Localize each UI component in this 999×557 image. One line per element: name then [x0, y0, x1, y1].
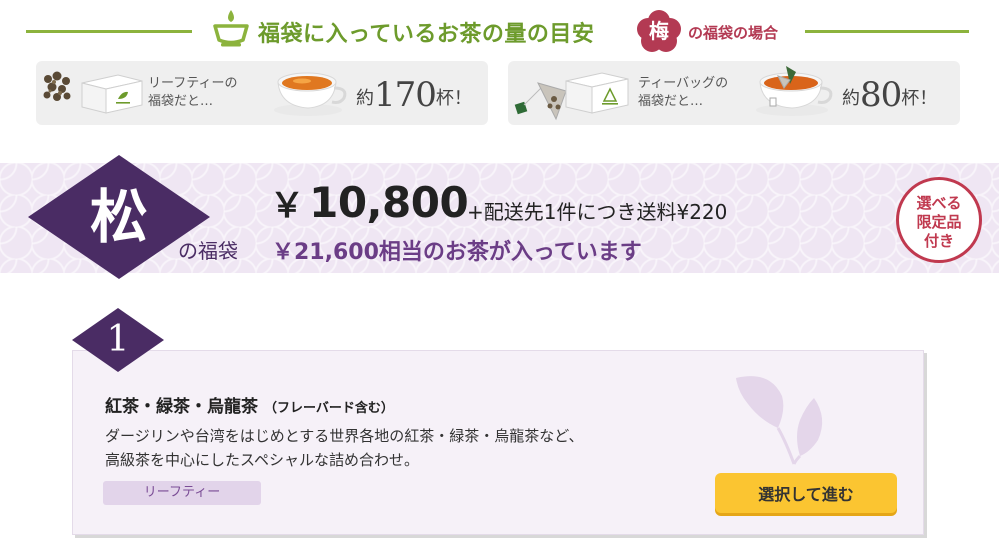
step-number-marker: 1: [72, 308, 164, 372]
leaf-tea-count-number: 170: [374, 75, 437, 115]
heading-rule-left: [26, 30, 192, 33]
shipping-note: +配送先1件につき送料¥220: [467, 200, 728, 224]
tea-bag-cup-count: 約80杯！: [842, 75, 937, 115]
tea-bag-package-icon: [565, 72, 629, 114]
tea-bag-count-number: 80: [860, 75, 902, 115]
black-tea-cup-icon: [274, 72, 347, 116]
ume-flower-icon: 梅: [636, 9, 682, 53]
plan-name-suffix: の福袋: [178, 239, 238, 263]
option-title: 紅茶・緑茶・烏龍茶 （フレーバード含む）: [105, 392, 394, 417]
contents-worth: ￥21,600相当のお茶が入っています: [272, 240, 642, 265]
limited-item-badge-text: 選べる 限定品 付き: [916, 194, 962, 250]
amount-guide-title: 福袋に入っているお茶の量の目安: [258, 22, 595, 47]
amount-guide-heading: 福袋に入っているお茶の量の目安 梅 の福袋の場合: [0, 6, 999, 52]
plan-price: ￥ 10,800: [270, 178, 469, 227]
tea-bag-label: ティーバッグの 福袋だと…: [638, 76, 729, 109]
tea-leaf-decoration-icon: [736, 376, 823, 465]
leaf-tea-package-icon: [81, 74, 143, 114]
heading-rule-right: [805, 30, 969, 33]
select-and-proceed-button[interactable]: 選択して進む: [715, 473, 897, 513]
ume-glyph: 梅: [649, 19, 669, 43]
tea-bag-count-suffix: 杯！: [901, 88, 938, 109]
leaf-tea-count-prefix: 約: [356, 88, 374, 109]
tea-bag-cup-icon: [756, 66, 833, 116]
teacup-icon: [213, 10, 249, 47]
leaf-tea-cup-count: 約170杯！: [356, 75, 472, 115]
leaf-tea-amount-card: リーフティーの 福袋だと… 約170杯！: [36, 61, 488, 125]
leaf-tea-label: リーフティーの 福袋だと…: [148, 76, 238, 109]
tea-bag-amount-card: ティーバッグの 福袋だと… 約80杯！: [508, 61, 960, 125]
step-number: 1: [106, 319, 130, 360]
price-value: 10,800: [309, 178, 469, 227]
loose-leaf-tea-icon: [43, 71, 71, 101]
leaf-tea-tag: リーフティー: [103, 481, 261, 505]
tea-bag-count-prefix: 約: [842, 88, 860, 109]
leaf-tea-count-suffix: 杯！: [435, 88, 472, 109]
option-title-main: 紅茶・緑茶・烏龍茶: [105, 397, 258, 417]
price-yen-sign: ￥: [270, 186, 304, 226]
limited-item-badge: 選べる 限定品 付き: [896, 177, 982, 263]
option-description: ダージリンや台湾をはじめとする世界各地の紅茶・緑茶・烏龍茶など、 高級茶を中心に…: [105, 427, 584, 469]
option-title-sub: （フレーバード含む）: [264, 401, 394, 416]
ume-case-label: の福袋の場合: [688, 24, 779, 42]
